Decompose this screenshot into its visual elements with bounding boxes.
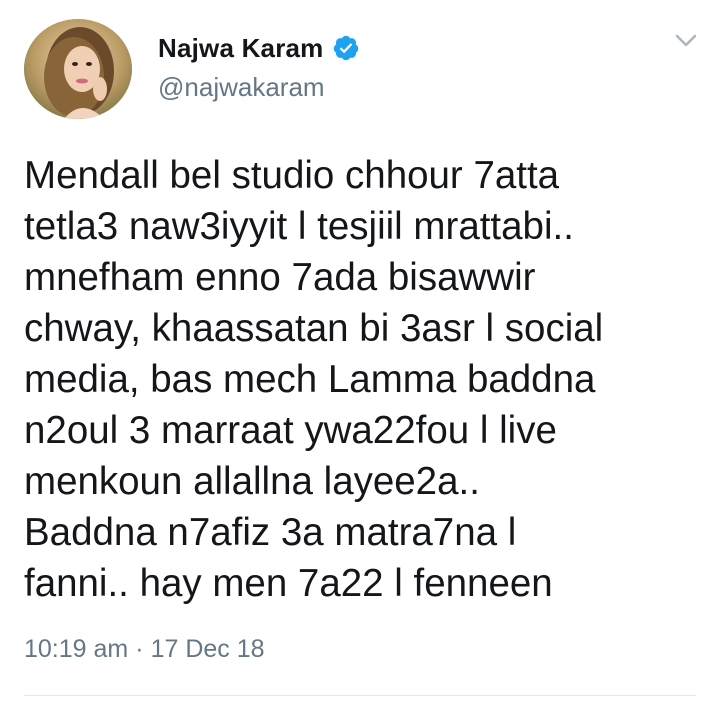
chevron-down-icon[interactable] (672, 30, 700, 52)
tweet-date: 17 Dec 18 (150, 635, 265, 663)
tweet-text-line: media, bas mech Lamma baddna (24, 358, 596, 401)
avatar[interactable] (24, 19, 132, 119)
tweet-text-line: Mendall bel studio chhour 7atta (24, 154, 560, 197)
meta-separator: · (135, 635, 144, 663)
avatar-photo (24, 19, 132, 119)
divider (24, 695, 696, 696)
tweet-text: Mendall bel studio chhour 7atta tetla3 n… (24, 150, 714, 609)
tweet-timestamp[interactable]: 10:19 am · 17 Dec 18 (24, 635, 265, 664)
display-name[interactable]: Najwa Karam (158, 33, 324, 64)
tweet-text-line: Baddna n7afiz 3a matra7na l (24, 511, 517, 554)
handle[interactable]: @najwakaram (158, 72, 325, 103)
tweet-text-line: fanni.. hay men 7a22 l fenneen (24, 562, 553, 605)
verified-badge-icon (332, 34, 360, 62)
tweet-text-line: chway, khaassatan bi 3asr l social (24, 307, 604, 350)
tweet-time: 10:19 am (24, 635, 129, 663)
tweet-card: Najwa Karam @najwakaram Mendall bel stud… (0, 0, 720, 705)
author-row: Najwa Karam (158, 30, 360, 66)
tweet-text-line: menkoun allallna layee2a.. (24, 460, 480, 503)
tweet-text-line: tetla3 naw3iyyit l tesjiil mrattabi.. (24, 205, 574, 248)
tweet-text-line: n2oul 3 marraat ywa22fou l live (24, 409, 557, 452)
tweet-text-line: mnefham enno 7ada bisawwir (24, 256, 536, 299)
